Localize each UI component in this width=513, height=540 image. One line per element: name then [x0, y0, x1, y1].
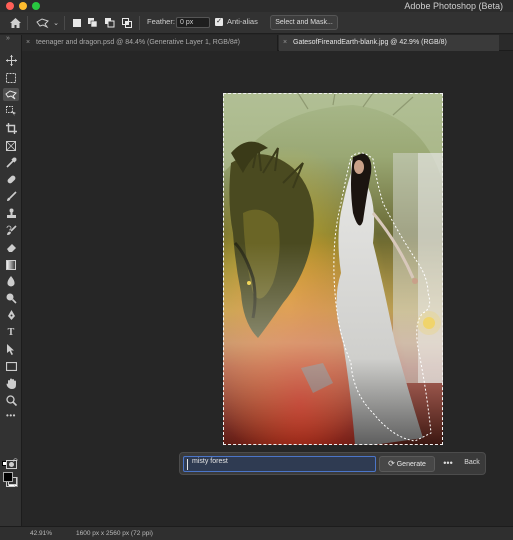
- lasso-tool-icon[interactable]: [3, 88, 19, 101]
- gradient-tool-icon[interactable]: [3, 258, 19, 271]
- zoom-tool-icon[interactable]: [3, 394, 19, 407]
- separator: [27, 16, 28, 30]
- status-bar: 42.91% 1600 px x 2560 px (72 ppi): [0, 526, 513, 540]
- anti-alias-label: Anti-alias: [227, 17, 258, 26]
- add-to-selection-icon[interactable]: [87, 16, 99, 30]
- zoom-window-button[interactable]: [32, 2, 40, 10]
- feather-label: Feather:: [147, 17, 175, 26]
- photoshop-window: Adobe Photoshop (Beta) ⌄ Feather: 0 px ✓…: [0, 0, 513, 540]
- rectangle-tool-icon[interactable]: [3, 360, 19, 373]
- eyedropper-tool-icon[interactable]: [3, 156, 19, 169]
- history-brush-tool-icon[interactable]: [3, 224, 19, 237]
- anti-alias-checkbox[interactable]: ✓: [215, 18, 223, 26]
- contextual-task-bar: misty forest ⟳ Generate ••• Back: [179, 452, 486, 475]
- separator: [64, 16, 65, 30]
- generative-fill-prompt-input[interactable]: misty forest: [183, 456, 376, 472]
- back-button[interactable]: Back: [460, 456, 484, 472]
- subtract-from-selection-icon[interactable]: [104, 16, 116, 30]
- new-selection-icon[interactable]: [71, 16, 83, 30]
- marquee-tool-icon[interactable]: [3, 71, 19, 84]
- brush-tool-icon[interactable]: [3, 190, 19, 203]
- title-bar: Adobe Photoshop (Beta): [0, 0, 513, 12]
- hand-tool-icon[interactable]: [3, 377, 19, 390]
- path-selection-tool-icon[interactable]: [3, 343, 19, 356]
- prompt-text: misty forest: [192, 458, 228, 465]
- close-window-button[interactable]: [6, 2, 14, 10]
- intersect-selection-icon[interactable]: [121, 16, 133, 30]
- document-image[interactable]: [223, 93, 443, 445]
- object-selection-tool-icon[interactable]: [3, 105, 19, 118]
- crop-tool-icon[interactable]: [3, 122, 19, 135]
- feather-input[interactable]: 0 px: [176, 17, 210, 28]
- quick-mask-icon[interactable]: [3, 458, 19, 471]
- pen-tool-icon[interactable]: [3, 309, 19, 322]
- select-and-mask-button[interactable]: Select and Mask...: [270, 15, 338, 30]
- tools-panel: » T ••• ↶: [0, 35, 22, 526]
- generate-label: Generate: [396, 461, 426, 468]
- zoom-level[interactable]: 42.91%: [30, 530, 52, 537]
- document-size: 1600 px x 2560 px (72 ppi): [76, 530, 153, 537]
- close-tab-icon[interactable]: ×: [26, 35, 36, 51]
- tab-teenager-and-dragon[interactable]: × teenager and dragon.psd @ 84.4% (Genera…: [22, 35, 278, 51]
- spot-healing-tool-icon[interactable]: [3, 173, 19, 186]
- frame-tool-icon[interactable]: [3, 139, 19, 152]
- generate-button[interactable]: ⟳ Generate: [379, 456, 435, 472]
- collapse-panel-icon[interactable]: »: [6, 35, 10, 42]
- move-tool-icon[interactable]: [3, 54, 19, 67]
- tab-label: teenager and dragon.psd @ 84.4% (Generat…: [36, 39, 241, 46]
- dodge-tool-icon[interactable]: [3, 292, 19, 305]
- clone-stamp-tool-icon[interactable]: [3, 207, 19, 220]
- separator: [139, 16, 140, 30]
- generate-icon: ⟳: [388, 459, 395, 468]
- close-tab-icon[interactable]: ×: [283, 35, 293, 51]
- minimize-window-button[interactable]: [19, 2, 27, 10]
- foreground-color-swatch[interactable]: [3, 472, 13, 482]
- app-title: Adobe Photoshop (Beta): [404, 1, 503, 11]
- lasso-icon[interactable]: [34, 16, 50, 30]
- text-caret: [187, 459, 188, 470]
- document-tabs: × teenager and dragon.psd @ 84.4% (Genera…: [22, 35, 513, 51]
- tab-gates-of-fire-and-earth[interactable]: × GatesofFireandEarth-blank.jpg @ 42.9% (…: [279, 35, 499, 51]
- chevron-down-icon[interactable]: ⌄: [52, 16, 60, 30]
- blur-tool-icon[interactable]: [3, 275, 19, 288]
- eraser-tool-icon[interactable]: [3, 241, 19, 254]
- options-bar: ⌄ Feather: 0 px ✓ Anti-alias Select and …: [0, 12, 513, 34]
- type-tool-icon[interactable]: T: [3, 326, 19, 339]
- tab-label: GatesofFireandEarth-blank.jpg @ 42.9% (R…: [293, 39, 447, 46]
- more-tools-icon[interactable]: •••: [3, 409, 19, 422]
- more-options-button[interactable]: •••: [441, 456, 455, 472]
- home-icon[interactable]: [8, 16, 22, 30]
